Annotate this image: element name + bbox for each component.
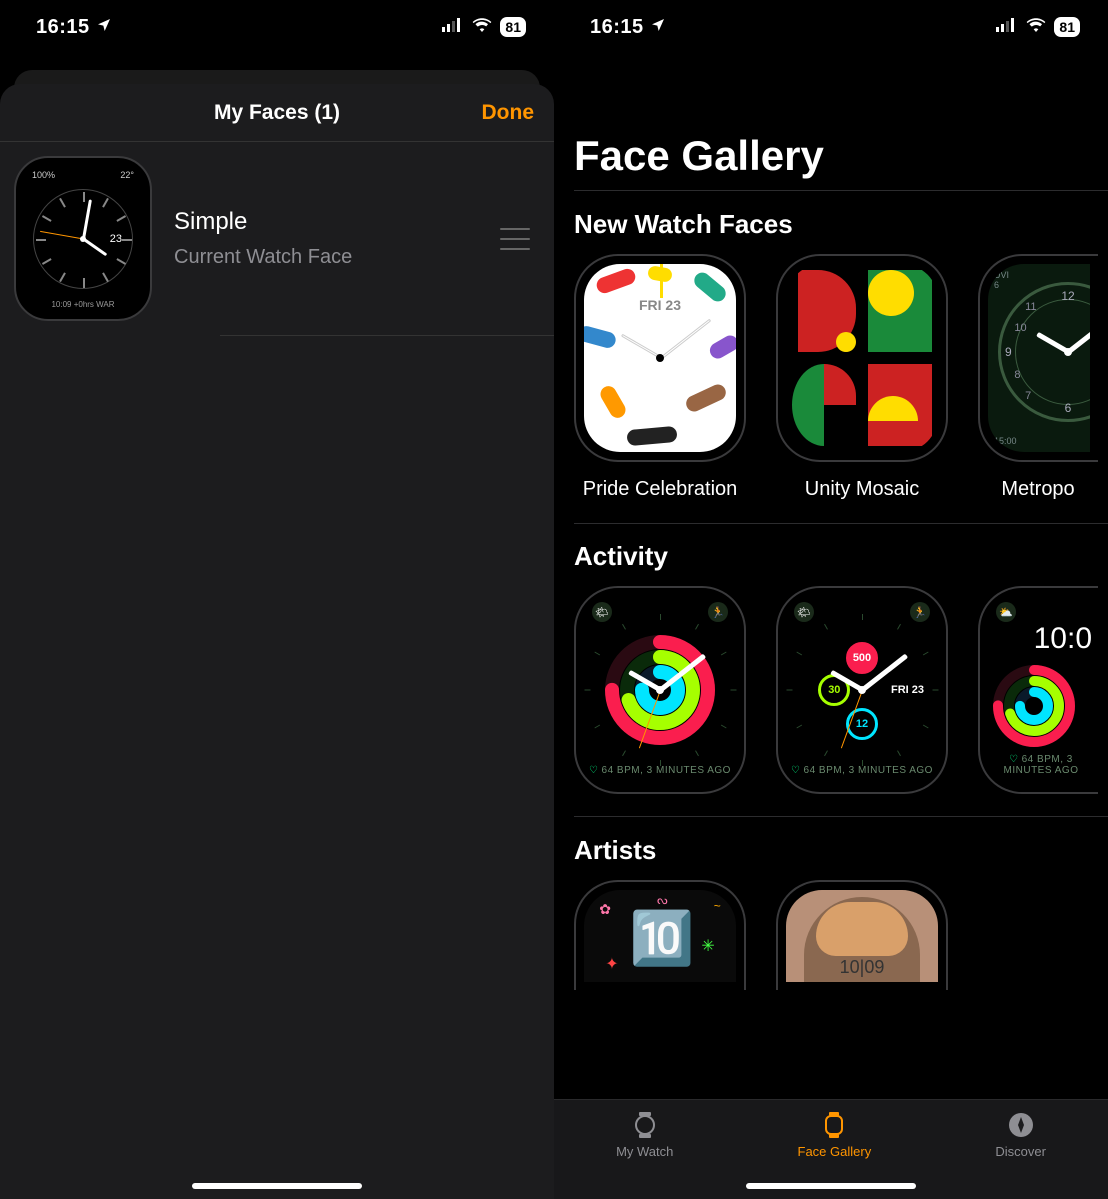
reorder-handle-icon[interactable]: [500, 228, 530, 250]
phone-right: 16:15 81 Face Gallery New Watch Faces: [554, 0, 1108, 1199]
date-label: FRI 23: [891, 684, 924, 696]
watch-icon: [630, 1110, 660, 1140]
digital-time: 10:0: [1034, 622, 1092, 656]
stand-subdial: 12: [846, 708, 878, 740]
face-gallery-icon: [819, 1110, 849, 1140]
compass-icon: [1006, 1110, 1036, 1140]
workout-icon: 🏃: [708, 602, 728, 622]
watch-face-thumbnail-unity: [776, 254, 948, 462]
location-icon: [650, 17, 666, 38]
tab-face-gallery[interactable]: Face Gallery: [798, 1110, 872, 1159]
wifi-icon: [472, 18, 492, 37]
tab-label: Face Gallery: [798, 1144, 872, 1159]
tab-label: Discover: [995, 1144, 1046, 1159]
weather-icon: 🌤: [592, 602, 612, 622]
status-bar: 16:15 81: [554, 0, 1108, 54]
gallery-label: Unity Mosaic: [805, 478, 919, 501]
home-indicator[interactable]: [746, 1183, 916, 1189]
new-watch-faces-row[interactable]: FRI 23 Pride Celebration: [554, 254, 1108, 523]
activity-row[interactable]: 🌤 🏃: [554, 586, 1108, 816]
watch-face-thumbnail-activity-1: 🌤 🏃: [574, 586, 746, 794]
status-time: 16:15: [590, 16, 644, 39]
face-gallery-page[interactable]: Face Gallery New Watch Faces FRI 23: [554, 54, 1108, 990]
battery-indicator: 81: [500, 17, 526, 37]
watch-face-subtitle: Current Watch Face: [174, 246, 478, 269]
gallery-item-activity-analog[interactable]: 🌤 🏃: [574, 586, 746, 794]
artist-time: 10|09: [786, 957, 938, 978]
done-button[interactable]: Done: [482, 101, 535, 125]
section-title-activity: Activity: [554, 523, 1108, 586]
sheet-title: My Faces (1): [214, 101, 340, 125]
tab-my-watch[interactable]: My Watch: [616, 1110, 673, 1159]
weather-icon: 🌤: [794, 602, 814, 622]
watch-face-row[interactable]: 100% 22°: [0, 142, 554, 335]
heart-rate-text: ♡64 BPM, 3 MINUTES AGO: [784, 765, 940, 776]
heart-rate-text: ♡64 BPM, 3 MINUTES AGO: [990, 754, 1092, 776]
tab-label: My Watch: [616, 1144, 673, 1159]
watch-face-thumbnail-activity-3: ⛅ 10:0 ♡64 BPM, 3 MINUTES AGO: [978, 586, 1098, 794]
watch-face-thumbnail-artist-1: 🔟 ✿ ✳ ✦ ~ ᔓ: [574, 880, 746, 990]
section-title-new: New Watch Faces: [554, 191, 1108, 254]
watch-face-thumbnail-metropolitan: UVI6 12 6 9 11 10 8 7: [978, 254, 1098, 462]
sheet-header: My Faces (1) Done: [0, 84, 554, 142]
gallery-item-unity[interactable]: Unity Mosaic: [776, 254, 948, 501]
home-indicator[interactable]: [192, 1183, 362, 1189]
gallery-item-metropolitan[interactable]: UVI6 12 6 9 11 10 8 7: [978, 254, 1098, 501]
phone-left: 16:15 81 My Faces (1) Done: [0, 0, 554, 1199]
watch-face-thumbnail-simple: 100% 22°: [14, 156, 152, 321]
status-time: 16:15: [36, 16, 90, 39]
gallery-item-artist-1[interactable]: 🔟 ✿ ✳ ✦ ~ ᔓ: [574, 880, 746, 990]
watch-face-thumbnail-pride: FRI 23: [574, 254, 746, 462]
page-title: Face Gallery: [554, 54, 1108, 190]
cellular-signal-icon: [442, 18, 464, 37]
tab-discover[interactable]: Discover: [995, 1110, 1046, 1159]
gallery-label: Pride Celebration: [583, 478, 738, 501]
watch-face-thumbnail-artist-2: 10|09: [776, 880, 948, 990]
section-title-artists: Artists: [554, 817, 1108, 880]
gallery-item-artist-2[interactable]: 10|09: [776, 880, 948, 990]
artists-row[interactable]: 🔟 ✿ ✳ ✦ ~ ᔓ 10|09: [554, 880, 1108, 990]
my-faces-sheet: My Faces (1) Done 100% 22°: [0, 84, 554, 1199]
activity-rings-icon: [992, 664, 1076, 748]
gallery-item-activity-subdials[interactable]: 🌤 🏃 500 30 12 FRI 23 ♡64 BPM, 3 MINUTES …: [776, 586, 948, 794]
complication-bottom: 10:09 +0hrs WAR: [22, 300, 144, 309]
gallery-item-pride[interactable]: FRI 23 Pride Celebration: [574, 254, 746, 501]
move-subdial: 500: [846, 642, 878, 674]
analog-clock-icon: 23: [33, 189, 133, 289]
weather-icon: ⛅: [996, 602, 1016, 622]
status-bar: 16:15 81: [0, 0, 554, 54]
cellular-signal-icon: [996, 18, 1018, 37]
complication-temp: 22°: [120, 170, 134, 180]
complication-date: 23: [110, 233, 122, 245]
watch-face-name: Simple: [174, 208, 478, 236]
gallery-label: Metropo: [1001, 478, 1074, 501]
pride-date: FRI 23: [584, 297, 736, 313]
complication-battery: 100%: [32, 170, 55, 180]
wifi-icon: [1026, 18, 1046, 37]
workout-icon: 🏃: [910, 602, 930, 622]
heart-rate-text: ♡64 BPM, 3 MINUTES AGO: [582, 765, 738, 776]
battery-indicator: 81: [1054, 17, 1080, 37]
watch-face-thumbnail-activity-2: 🌤 🏃 500 30 12 FRI 23 ♡64 BPM, 3 MINUTES …: [776, 586, 948, 794]
gallery-item-activity-digital[interactable]: ⛅ 10:0 ♡64 BPM, 3 MINUTES AGO: [978, 586, 1098, 794]
location-icon: [96, 17, 112, 38]
